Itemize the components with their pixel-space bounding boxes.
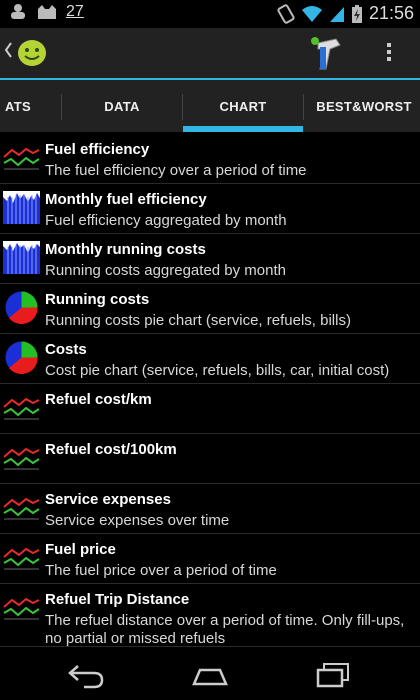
line-chart-icon (3, 397, 40, 420)
line-chart-icon (3, 547, 40, 570)
list-item[interactable]: Refuel cost/100km (0, 434, 420, 484)
list-item[interactable]: Refuel cost/km (0, 384, 420, 434)
list-item-description: The refuel distance over a period of tim… (45, 612, 405, 647)
action-bar (0, 28, 420, 78)
tab-chart[interactable]: CHART (183, 80, 303, 132)
rotation-lock-icon (277, 3, 295, 24)
list-item-title: Refuel Trip Distance (45, 591, 190, 608)
list-item[interactable]: Service expenses Service expenses over t… (0, 484, 420, 534)
list-item[interactable]: Fuel efficiency The fuel efficiency over… (0, 134, 420, 184)
list-item[interactable]: Costs Cost pie chart (service, refuels, … (0, 334, 420, 384)
status-bar: 27 21:56 (0, 0, 420, 28)
signal-icon (329, 6, 344, 22)
overflow-menu-icon[interactable] (382, 40, 396, 64)
list-item-title: Refuel cost/100km (45, 441, 177, 458)
list-item-description: Cost pie chart (service, refuels, bills,… (45, 362, 390, 379)
cat-icon (38, 5, 56, 19)
tab-data[interactable]: DATA (62, 80, 182, 132)
list-item[interactable]: Monthly fuel efficiency Fuel efficiency … (0, 184, 420, 234)
bar-chart-icon (3, 241, 40, 274)
list-item-description: The fuel efficiency over a period of tim… (45, 162, 307, 179)
battery-charging-icon (351, 4, 362, 23)
recent-apps-icon[interactable] (314, 660, 354, 690)
list-item[interactable]: Monthly running costs Running costs aggr… (0, 234, 420, 284)
list-item-title: Costs (45, 341, 87, 358)
bar-chart-icon (3, 191, 40, 224)
app-logo-icon[interactable] (16, 37, 48, 67)
line-chart-icon (3, 597, 40, 620)
list-item-description: Running costs aggregated by month (45, 262, 286, 279)
list-item-description: Running costs pie chart (service, refuel… (45, 312, 351, 329)
list-item-title: Service expenses (45, 491, 171, 508)
list-item[interactable]: Running costs Running costs pie chart (s… (0, 284, 420, 334)
navigation-bar (0, 650, 420, 700)
home-icon[interactable] (190, 660, 230, 690)
list-item-title: Refuel cost/km (45, 391, 152, 408)
back-icon[interactable] (66, 660, 106, 690)
notification-count: 27 (66, 3, 84, 20)
tab-bar: ATS DATA CHART BEST&WORST (0, 80, 420, 132)
pie-chart-icon (5, 291, 38, 324)
gamepad-icon (11, 4, 25, 19)
list-item[interactable]: Fuel price The fuel price over a period … (0, 534, 420, 584)
list-item-description: The fuel price over a period of time (45, 562, 277, 579)
list-item[interactable]: Refuel Trip Distance The refuel distance… (0, 584, 420, 647)
tab-stats[interactable]: ATS (0, 80, 60, 132)
list-item-title: Running costs (45, 291, 150, 308)
line-chart-icon (3, 447, 40, 470)
list-item-description: Fuel efficiency aggregated by month (45, 212, 287, 229)
wifi-icon (301, 5, 322, 22)
list-item-title: Fuel efficiency (45, 141, 150, 158)
line-chart-icon (3, 497, 40, 520)
selected-tab-indicator (183, 126, 303, 132)
pie-chart-icon (5, 341, 38, 374)
line-chart-icon (3, 147, 40, 170)
clock: 21:56 (368, 3, 414, 23)
fuel-nozzle-icon[interactable] (308, 35, 346, 71)
list-item-title: Monthly running costs (45, 241, 206, 258)
list-item-title: Fuel price (45, 541, 116, 558)
chart-list: Fuel efficiency The fuel efficiency over… (0, 134, 420, 647)
up-caret-icon[interactable] (4, 42, 12, 58)
list-item-title: Monthly fuel efficiency (45, 191, 207, 208)
tab-best-worst[interactable]: BEST&WORST (304, 80, 420, 132)
list-item-description: Service expenses over time (45, 512, 230, 529)
